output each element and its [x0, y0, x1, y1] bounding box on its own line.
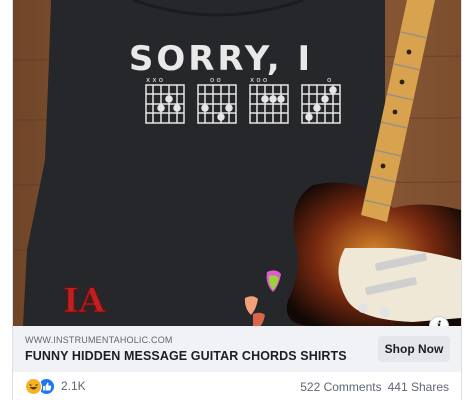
chord-marks-2: o o	[210, 76, 221, 84]
post-footer: 2.1K 522 Comments 441 Shares	[13, 372, 461, 400]
shares-count-link[interactable]: 441 Shares	[388, 380, 449, 394]
chord-marks-4: o	[327, 76, 331, 84]
shirt-text: SORRY, I	[129, 39, 313, 79]
brand-logo: IA	[63, 281, 106, 321]
shop-now-button[interactable]: Shop Now	[378, 336, 450, 362]
ad-post-card: SORRY, I x x o o o x o o o IA WWW.INSTRU…	[12, 0, 462, 400]
chord-marks-3: x o o	[250, 76, 267, 84]
comments-count-link[interactable]: 522 Comments	[300, 380, 381, 394]
link-preview-bar[interactable]: WWW.INSTRUMENTAHOLIC.COM FUNNY HIDDEN ME…	[13, 326, 461, 372]
reaction-count: 2.1K	[61, 379, 86, 393]
haha-reaction-icon	[25, 377, 42, 395]
post-stats: 522 Comments 441 Shares	[300, 380, 449, 394]
link-headline[interactable]: FUNNY HIDDEN MESSAGE GUITAR CHORDS SHIRT…	[25, 349, 347, 363]
ad-image[interactable]: SORRY, I x x o o o x o o o IA	[13, 0, 461, 326]
link-domain: WWW.INSTRUMENTAHOLIC.COM	[25, 335, 173, 345]
reactions-summary[interactable]: 2.1K	[25, 377, 86, 395]
chord-marks-1: x x o	[146, 76, 163, 84]
